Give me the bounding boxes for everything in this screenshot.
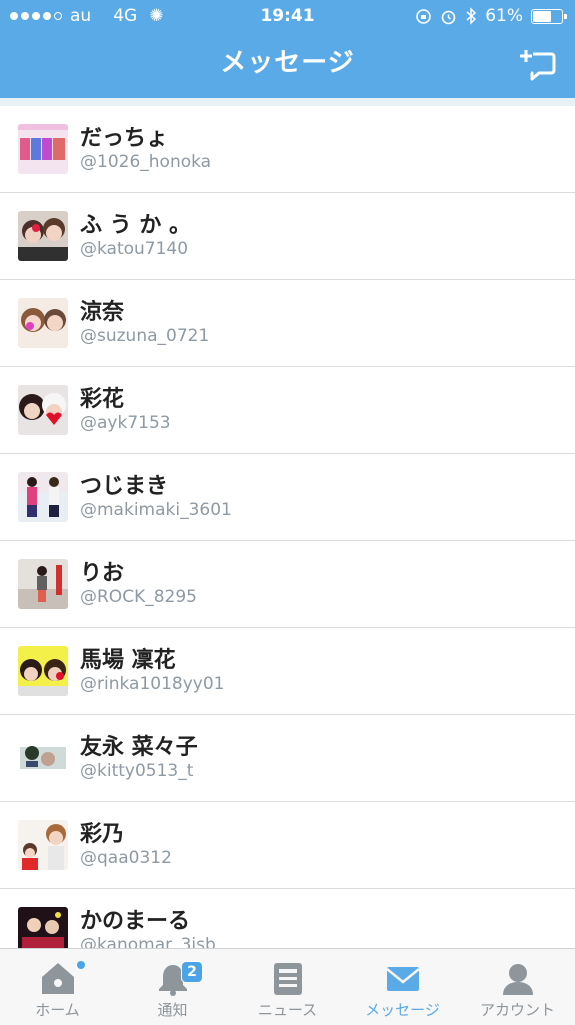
status-right: 61% [415,6,567,26]
conversation-handle: @qaa0312 [80,848,172,868]
conversation-row[interactable]: 彩乃 @qaa0312 [0,802,575,889]
conversation-name: 彩乃 [80,822,125,847]
avatar[interactable] [18,646,68,696]
tab-label: メッセージ [365,1001,440,1019]
conversation-name: 彩花 [80,387,125,412]
battery-icon [531,8,567,24]
tab-label: アカウント [479,1001,555,1019]
conversation-row[interactable]: 涼奈 @suzuna_0721 [0,280,575,367]
header-divider [0,98,575,106]
conversation-name: りお [80,561,125,586]
avatar[interactable] [18,820,68,870]
tab-notifications[interactable]: 2 通知 [115,949,230,1025]
conversation-handle: @1026_honoka [80,152,212,172]
home-icon [42,963,74,994]
conversation-handle: @ROCK_8295 [80,587,197,607]
person-icon [503,964,533,995]
conversation-name: だっちょ [80,126,169,151]
compose-message-button[interactable] [519,46,559,86]
conversation-name: 涼奈 [80,300,125,325]
tab-account[interactable]: アカウント [460,949,575,1025]
conversation-row[interactable]: かのまーる @kanomar_3isb [0,889,575,948]
conversation-handle: @suzuna_0721 [80,326,210,346]
conversation-handle: @rinka1018yy01 [80,674,225,694]
avatar[interactable] [18,385,68,435]
avatar[interactable] [18,559,68,609]
conversation-handle: @ayk7153 [80,413,171,433]
battery-percent: 61% [485,6,523,26]
avatar[interactable] [18,211,68,261]
conversation-row[interactable]: だっちょ @1026_honoka [0,106,575,193]
conversation-row[interactable]: 彩花 @ayk7153 [0,367,575,454]
rotation-lock-icon [416,8,432,24]
alarm-icon [441,10,456,24]
conversation-row[interactable]: 馬場 凜花 @rinka1018yy01 [0,628,575,715]
bluetooth-icon [466,7,477,25]
avatar[interactable] [18,733,68,783]
conversation-name: 馬場 凜花 [80,648,176,673]
notification-badge: 2 [181,961,203,983]
avatar[interactable] [18,298,68,348]
conversation-name: つじまき [80,474,169,499]
conversation-name: 友永 菜々子 [80,735,198,760]
status-bar: au 4G ✺ 19:41 61% [0,0,575,32]
conversation-name: かのまーる [80,909,191,934]
tab-label: 通知 [157,1001,188,1019]
conversation-list[interactable]: だっちょ @1026_honoka ふ う か 。 @katou7140 涼奈 … [0,106,575,948]
conversation-handle: @kanomar_3isb [80,935,216,948]
avatar[interactable] [18,124,68,174]
conversation-row[interactable]: りお @ROCK_8295 [0,541,575,628]
conversation-row[interactable]: ふ う か 。 @katou7140 [0,193,575,280]
navigation-bar: メッセージ [0,32,575,98]
conversation-handle: @kitty0513_t [80,761,194,781]
conversation-name: ふ う か 。 [80,213,191,238]
page-title: メッセージ [220,48,355,78]
tab-messages[interactable]: メッセージ [345,949,460,1025]
news-icon [274,963,302,995]
conversation-handle: @katou7140 [80,239,189,259]
tab-bar: ホーム 2 通知 ニュース メッセージ アカウント [0,948,575,1025]
compose-message-icon [520,50,556,81]
conversation-row[interactable]: 友永 菜々子 @kitty0513_t [0,715,575,802]
tab-home[interactable]: ホーム [0,949,115,1025]
new-activity-dot [77,961,85,969]
avatar[interactable] [18,907,68,948]
tab-news[interactable]: ニュース [230,949,345,1025]
envelope-icon [386,967,420,991]
avatar[interactable] [18,472,68,522]
tab-label: ニュース [257,1001,318,1019]
conversation-row[interactable]: つじまき @makimaki_3601 [0,454,575,541]
tab-label: ホーム [35,1001,80,1019]
conversation-handle: @makimaki_3601 [80,500,232,520]
